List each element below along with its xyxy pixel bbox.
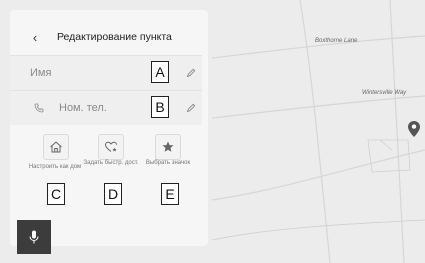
set-shortcut-button[interactable] (98, 134, 124, 160)
street-label: Wintersville Way (362, 90, 407, 96)
callout-d: D (104, 183, 122, 205)
street-label: Boxthorne Lane (315, 38, 358, 44)
panel-header: ‹ Редактирование пункта (10, 10, 208, 50)
set-as-home-button[interactable] (43, 134, 69, 160)
select-icon-button[interactable] (155, 134, 181, 160)
select-icon-label: Выбрать значок (145, 160, 191, 166)
callout-b: B (151, 96, 169, 118)
screen: Boxthorne Lane Wintersville Way ‹ Редакт… (0, 0, 425, 263)
edit-point-panel: ‹ Редактирование пункта (10, 10, 208, 246)
star-icon (162, 141, 174, 152)
phone-icon (34, 103, 44, 113)
name-field[interactable]: Имя (10, 55, 202, 90)
microphone-icon (29, 230, 39, 244)
heart-star-icon (104, 141, 117, 152)
pencil-icon[interactable] (186, 68, 196, 78)
name-label: Имя (30, 67, 52, 79)
set-as-home-label: Настроить как дом (28, 164, 82, 170)
callout-a: A (151, 61, 169, 83)
map-pin-icon[interactable] (408, 121, 420, 137)
phone-label: Ном. тел. (59, 102, 107, 114)
phone-field[interactable]: Ном. тел. (10, 90, 202, 125)
pencil-icon[interactable] (186, 103, 196, 113)
callout-c: C (47, 183, 65, 205)
callout-e: E (161, 183, 179, 205)
home-icon (50, 141, 62, 153)
page-title: Редактирование пункта (57, 31, 172, 43)
chevron-left-icon[interactable]: ‹ (30, 31, 40, 44)
voice-command-button[interactable] (17, 220, 51, 254)
set-shortcut-label: Задать быстр. дост. (83, 160, 139, 166)
